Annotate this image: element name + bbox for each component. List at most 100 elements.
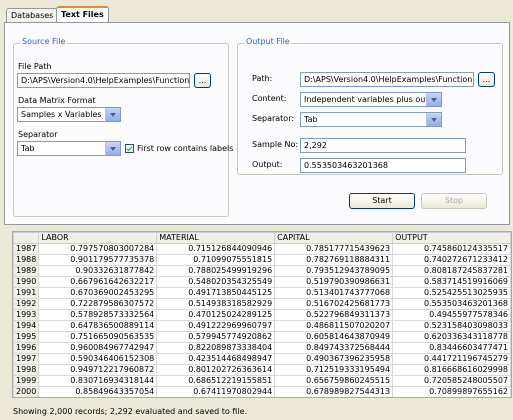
table-cell[interactable]: 0.470125024289125 [156, 309, 276, 321]
source-browse-button[interactable]: ... [194, 73, 211, 88]
table-cell[interactable]: 0.90332631877842 [38, 265, 158, 277]
table-cell[interactable]: 0.816668616029998 [392, 364, 511, 376]
table-cell[interactable]: 0.71099075551815 [156, 254, 276, 266]
stop-button[interactable]: Stop [421, 193, 487, 209]
table-cell[interactable]: 0.745860124335517 [392, 243, 511, 255]
table-cell[interactable]: 0.605814643870949 [274, 331, 394, 343]
table-cell[interactable]: 0.793512943789095 [274, 265, 394, 277]
table-cell[interactable]: 0.519790390986631 [274, 276, 394, 288]
table-row[interactable]: 1993 0.578928573332564 0.470125024289125 0.… [13, 309, 511, 321]
output-path-input[interactable]: D:\APS\Version4.0\HelpExamples\FunctionF [300, 72, 474, 87]
column-header-index[interactable] [13, 232, 40, 244]
table-cell[interactable]: 0.722879586307572 [38, 298, 158, 310]
row-index-cell[interactable]: 1994 [13, 320, 40, 332]
table-cell[interactable]: 0.822089873338404 [156, 342, 276, 354]
output-separator-select[interactable]: Tab [300, 112, 442, 127]
content-select[interactable]: Independent variables plus output [300, 92, 442, 107]
table-row[interactable]: 1996 0.960084967742947 0.822089873338404 0.… [13, 342, 511, 354]
separator-select[interactable]: Tab [17, 141, 121, 156]
table-cell[interactable]: 0.647836500889114 [38, 320, 158, 332]
table-cell[interactable]: 0.85849643357054 [38, 386, 158, 397]
row-index-cell[interactable]: 1992 [13, 298, 40, 310]
table-cell[interactable]: 0.785177715439623 [274, 243, 394, 255]
table-cell[interactable]: 0.486811507020207 [274, 320, 394, 332]
table-cell[interactable]: 0.670369002453295 [38, 287, 158, 299]
table-cell[interactable]: 0.808187245837281 [392, 265, 511, 277]
table-cell[interactable]: 0.513401743777068 [274, 287, 394, 299]
table-cell[interactable]: 0.801202726363614 [156, 364, 276, 376]
row-index-cell[interactable]: 1996 [13, 342, 40, 354]
row-index-cell[interactable]: 1993 [13, 309, 40, 321]
row-index-cell[interactable]: 1989 [13, 265, 40, 277]
table-cell[interactable]: 0.788025499919296 [156, 265, 276, 277]
table-cell[interactable]: 0.797570803007284 [38, 243, 158, 255]
table-cell[interactable]: 0.49455977578346 [392, 309, 511, 321]
table-cell[interactable]: 0.522796849311373 [274, 309, 394, 321]
column-header-material[interactable]: MATERIAL [156, 232, 276, 244]
table-cell[interactable]: 0.590346406152308 [38, 353, 158, 365]
table-cell[interactable]: 0.490367396235958 [274, 353, 394, 365]
table-row[interactable]: 1987 0.797570803007284 0.715126844090946 0.… [13, 243, 511, 255]
table-cell[interactable]: 0.740272671233412 [392, 254, 511, 266]
start-button[interactable]: Start [349, 193, 415, 209]
column-header-capital[interactable]: CAPITAL [274, 232, 394, 244]
table-cell[interactable]: 0.720585248005507 [392, 375, 511, 387]
table-cell[interactable]: 0.523158403098033 [392, 320, 511, 332]
table-row[interactable]: 2000 0.85849643357054 0.67411970802944 0.67… [13, 386, 511, 397]
table-cell[interactable]: 0.901179577735378 [38, 254, 158, 266]
table-cell[interactable]: 0.423514468498947 [156, 353, 276, 365]
table-cell[interactable]: 0.491713850445125 [156, 287, 276, 299]
table-cell[interactable]: 0.715126844090946 [156, 243, 276, 255]
table-cell[interactable]: 0.514938318582929 [156, 298, 276, 310]
table-row[interactable]: 1991 0.670369002453295 0.491713850445125 0.… [13, 287, 511, 299]
table-row[interactable]: 1998 0.949712217960872 0.801202726363614 0.… [13, 364, 511, 376]
table-row[interactable]: 1994 0.647836500889114 0.491222969960797 0.… [13, 320, 511, 332]
first-row-checkbox[interactable] [125, 144, 134, 153]
table-cell[interactable]: 0.678989827544313 [274, 386, 394, 397]
table-cell[interactable]: 0.579945774920862 [156, 331, 276, 343]
table-cell[interactable]: 0.960084967742947 [38, 342, 158, 354]
table-cell[interactable]: 0.553503463201368 [392, 298, 511, 310]
table-cell[interactable]: 0.516702425681773 [274, 298, 394, 310]
column-header-labor[interactable]: LABOR [38, 232, 158, 244]
row-index-cell[interactable]: 1990 [13, 276, 40, 288]
table-cell[interactable]: 0.441721196745279 [392, 353, 511, 365]
table-cell[interactable]: 0.949712217960872 [38, 364, 158, 376]
table-cell[interactable]: 0.67411970802944 [156, 386, 276, 397]
row-index-cell[interactable]: 1991 [13, 287, 40, 299]
row-index-cell[interactable]: 1998 [13, 364, 40, 376]
table-cell[interactable]: 0.782769118884311 [274, 254, 394, 266]
table-cell[interactable]: 0.712519333195494 [274, 364, 394, 376]
table-cell[interactable]: 0.686512219155851 [156, 375, 276, 387]
table-cell[interactable]: 0.830716934318144 [38, 375, 158, 387]
row-index-cell[interactable]: 1999 [13, 375, 40, 387]
table-cell[interactable]: 0.491222969960797 [156, 320, 276, 332]
column-header-output[interactable]: OUTPUT [392, 232, 511, 244]
table-cell[interactable]: 0.70899897655162 [392, 386, 511, 397]
table-cell[interactable]: 0.578928573332564 [38, 309, 158, 321]
table-row[interactable]: 1990 0.667961642632217 0.548020354325549 0.… [13, 276, 511, 288]
table-cell[interactable]: 0.667961642632217 [38, 276, 158, 288]
format-select[interactable]: Samples x Variables [17, 107, 121, 122]
row-index-cell[interactable]: 1987 [13, 243, 40, 255]
table-cell[interactable]: 0.656759860245515 [274, 375, 394, 387]
table-cell[interactable]: 0.620336343118778 [392, 331, 511, 343]
row-index-cell[interactable]: 1997 [13, 353, 40, 365]
file-path-input[interactable]: D:\APS\Version4.0\HelpExamples\FunctionF… [17, 73, 190, 88]
table-cell[interactable]: 0.548020354325549 [156, 276, 276, 288]
data-grid[interactable]: LABOR MATERIAL CAPITAL OUTPUT 1987 0.7975… [12, 231, 512, 398]
table-row[interactable]: 1997 0.590346406152308 0.423514468498947 0.… [13, 353, 511, 365]
table-cell[interactable]: 0.583714519916069 [392, 276, 511, 288]
table-row[interactable]: 1988 0.901179577735378 0.71099075551815 0.7… [13, 254, 511, 266]
output-browse-button[interactable]: ... [478, 72, 495, 87]
table-cell[interactable]: 0.83446603477471 [392, 342, 511, 354]
table-cell[interactable]: 0.525425513025935 [392, 287, 511, 299]
tab-databases[interactable]: Databases [6, 8, 59, 23]
row-index-cell[interactable]: 2000 [13, 386, 40, 397]
row-index-cell[interactable]: 1988 [13, 254, 40, 266]
table-cell[interactable]: 0.751665090563535 [38, 331, 158, 343]
table-cell[interactable]: 0.849743372568444 [274, 342, 394, 354]
table-row[interactable]: 1989 0.90332631877842 0.788025499919296 0.7… [13, 265, 511, 277]
table-row[interactable]: 1995 0.751665090563535 0.579945774920862 0.… [13, 331, 511, 343]
table-row[interactable]: 1992 0.722879586307572 0.514938318582929 0.… [13, 298, 511, 310]
